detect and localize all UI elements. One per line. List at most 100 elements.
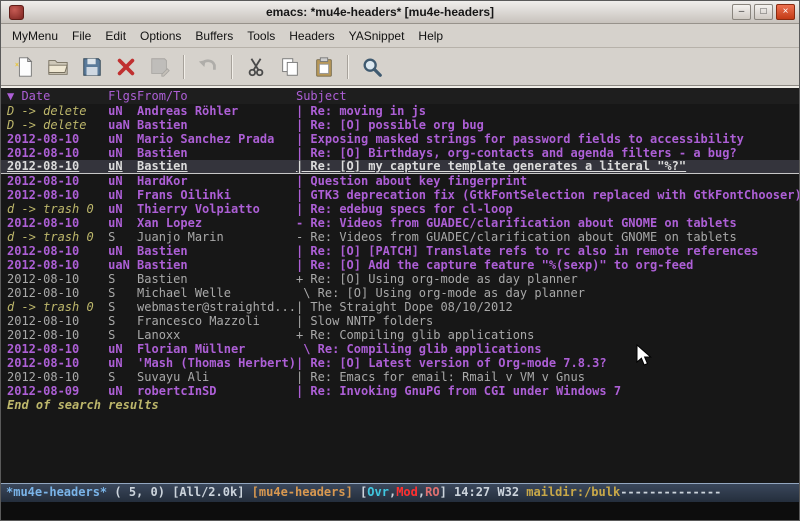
menu-yasnippet[interactable]: YASnippet (342, 25, 412, 47)
message-flags: uN (108, 244, 137, 258)
message-from: Mario Sanchez Prada (137, 132, 296, 146)
message-row[interactable]: 2012-08-10uN'Mash (Thomas Herbert)| Re: … (1, 356, 799, 370)
modeline-dashes: -------------- (620, 485, 721, 499)
maximize-button[interactable]: □ (754, 4, 773, 20)
message-flags: S (108, 230, 137, 244)
message-date: 2012-08-10 (7, 286, 108, 300)
message-subject: | Re: moving in js (296, 104, 426, 118)
message-from: Suvayu Ali (137, 370, 296, 384)
app-icon[interactable] (9, 5, 24, 20)
message-row[interactable]: 2012-08-10uaNBastien| Re: [O] Add the ca… (1, 258, 799, 272)
message-flags: S (108, 370, 137, 384)
search-icon[interactable] (358, 53, 386, 81)
message-subject: | Re: edebug specs for cl-loop (296, 202, 513, 216)
message-row[interactable]: 2012-08-10uNHardKor| Question about key … (1, 174, 799, 188)
column-header-from[interactable]: From/To (137, 88, 296, 104)
modeline-plain: 14:27 W32 (454, 485, 526, 499)
minibuffer[interactable] (1, 502, 799, 520)
message-subject: | Re: [O] Birthdays, org-contacts and ag… (296, 146, 737, 160)
menu-options[interactable]: Options (133, 25, 188, 47)
open-file-icon[interactable] (44, 53, 72, 81)
message-row[interactable]: 2012-08-10uNXan Lopez- Re: Videos from G… (1, 216, 799, 230)
close-button[interactable]: × (776, 4, 795, 20)
message-subject: | Re: [O] possible org bug (296, 118, 484, 132)
message-from: Michael Welle (137, 286, 296, 300)
message-subject: | Question about key fingerprint (296, 174, 527, 188)
buffer-area[interactable]: ▼ DateFlgsFrom/ToSubject D -> deleteuNAn… (1, 86, 799, 483)
cut-icon[interactable] (242, 53, 270, 81)
message-date: 2012-08-10 (7, 314, 108, 328)
toolbar-separator (183, 55, 185, 79)
menu-headers[interactable]: Headers (282, 25, 341, 47)
column-header-subject[interactable]: Subject (296, 89, 347, 103)
message-date: 2012-08-10 (7, 132, 108, 146)
minimize-button[interactable]: – (732, 4, 751, 20)
menu-edit[interactable]: Edit (98, 25, 133, 47)
message-date: 2012-08-10 (7, 188, 108, 202)
message-flags: S (108, 272, 137, 286)
message-flags: uN (108, 188, 137, 202)
toolbar (1, 48, 799, 86)
message-flags: S (108, 328, 137, 342)
close-buffer-icon[interactable] (112, 53, 140, 81)
message-from: Florian Müllner (137, 342, 296, 356)
message-row[interactable]: 2012-08-10uNBastien| Re: [O] [PATCH] Tra… (1, 244, 799, 258)
column-header-date[interactable]: ▼ Date (7, 88, 108, 104)
message-subject: | Re: Emacs for email: Rmail v VM v Gnus (296, 370, 585, 384)
message-row-current[interactable]: 2012-08-10uNBastien| Re: [O] my capture … (1, 160, 799, 174)
message-row[interactable]: 2012-08-09uNrobertcInSD| Re: Invoking Gn… (1, 384, 799, 398)
undo-icon (194, 53, 222, 81)
message-flags: uaN (108, 258, 137, 272)
message-date: 2012-08-10 (7, 342, 108, 356)
message-flags: uN (108, 160, 137, 173)
paste-icon[interactable] (310, 53, 338, 81)
message-subject: | GTK3 deprecation fix (GtkFontSelection… (296, 188, 799, 202)
titlebar[interactable]: emacs: *mu4e-headers* [mu4e-headers] – □… (1, 1, 799, 24)
message-row[interactable]: D -> deleteuNAndreas Röhler| Re: moving … (1, 104, 799, 118)
message-row[interactable]: 2012-08-10uNBastien| Re: [O] Birthdays, … (1, 146, 799, 160)
message-list: D -> deleteuNAndreas Röhler| Re: moving … (1, 104, 799, 398)
menu-help[interactable]: Help (411, 25, 450, 47)
message-row[interactable]: 2012-08-10SBastien+ Re: [O] Using org-mo… (1, 272, 799, 286)
modeline-plain: [All/2.0k] (172, 485, 251, 499)
message-row[interactable]: D -> deleteuaNBastien| Re: [O] possible … (1, 118, 799, 132)
message-from: Bastien (137, 146, 296, 160)
message-subject: - Re: Videos from GUADEC/clarification a… (296, 216, 737, 230)
column-header-flags[interactable]: Flgs (108, 88, 137, 104)
message-row[interactable]: 2012-08-10SLanoxx+ Re: Compiling glib ap… (1, 328, 799, 342)
modeline-ro: RO (425, 485, 439, 499)
message-row[interactable]: d -> trash 0uNThierry Volpiatto| Re: ede… (1, 202, 799, 216)
message-from: Frans Oilinki (137, 188, 296, 202)
save-icon[interactable] (78, 53, 106, 81)
message-mark: D -> delete (7, 118, 108, 132)
message-from: Francesco Mazzoli (137, 314, 296, 328)
message-from: Bastien (137, 244, 296, 258)
message-subject: | Re: [O] [PATCH] Translate refs to rc a… (296, 244, 758, 258)
message-row[interactable]: 2012-08-10uNMario Sanchez Prada| Exposin… (1, 132, 799, 146)
message-row[interactable]: 2012-08-10uNFlorian Müllner \ Re: Compil… (1, 342, 799, 356)
new-file-icon[interactable] (10, 53, 38, 81)
message-row[interactable]: d -> trash 0Swebmaster@straightd...| The… (1, 300, 799, 314)
message-subject: | Re: [O] Latest version of Org-mode 7.8… (296, 356, 607, 370)
message-row[interactable]: 2012-08-10SMichael Welle \ Re: [O] Using… (1, 286, 799, 300)
message-row[interactable]: d -> trash 0SJuanjo Marin- Re: Videos fr… (1, 230, 799, 244)
message-from: 'Mash (Thomas Herbert) (137, 356, 296, 370)
message-subject: | The Straight Dope 08/10/2012 (296, 300, 513, 314)
message-subject: | Exposing masked strings for password f… (296, 132, 744, 146)
message-row[interactable]: 2012-08-10SFrancesco Mazzoli| Slow NNTP … (1, 314, 799, 328)
message-date: 2012-08-10 (7, 174, 108, 188)
message-subject: + Re: Compiling glib applications (296, 328, 534, 342)
message-row[interactable]: 2012-08-10SSuvayu Ali| Re: Emacs for ema… (1, 370, 799, 384)
menu-file[interactable]: File (65, 25, 98, 47)
copy-icon[interactable] (276, 53, 304, 81)
message-flags: uN (108, 104, 137, 118)
modeline-plain: ( 5, 0) (107, 485, 172, 499)
menu-mymenu[interactable]: MyMenu (5, 25, 65, 47)
modeline-plain: ] (440, 485, 454, 499)
menu-buffers[interactable]: Buffers (188, 25, 240, 47)
menu-tools[interactable]: Tools (240, 25, 282, 47)
window-title: emacs: *mu4e-headers* [mu4e-headers] (28, 5, 732, 19)
message-date: 2012-08-10 (7, 370, 108, 384)
message-row[interactable]: 2012-08-10uNFrans Oilinki| GTK3 deprecat… (1, 188, 799, 202)
modeline-ovr: Ovr (367, 485, 389, 499)
